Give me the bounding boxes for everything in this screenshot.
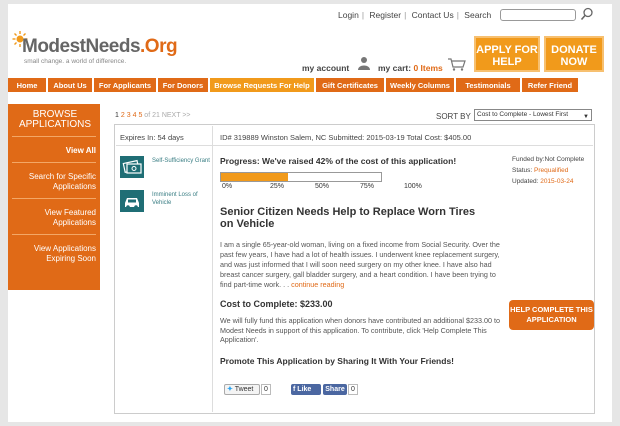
application-id-line: ID# 319889 Winston Salem, NC Submitted: … <box>220 133 472 142</box>
sidebar-item-view-all[interactable]: View All <box>12 146 96 156</box>
next-page-link[interactable]: NEXT >> <box>162 112 191 119</box>
donate-now-button[interactable]: DONATE NOW <box>544 36 604 72</box>
sort-selected-value: Cost to Complete - Lowest First <box>477 111 569 118</box>
sort-select[interactable]: Cost to Complete - Lowest First ▼ <box>474 109 592 121</box>
progress-tick: 50% <box>315 183 330 190</box>
progress-tick: 0% <box>222 183 233 190</box>
page-link[interactable]: 4 <box>133 112 137 119</box>
sidebar-divider <box>12 234 96 235</box>
sidebar-item-featured[interactable]: View Featured Applications <box>12 208 96 228</box>
facebook-share-button[interactable]: Share <box>323 384 347 395</box>
logo[interactable]: ModestNeeds.Org <box>22 36 178 58</box>
nav-browse-requests[interactable]: Browse Requests For Help <box>210 78 314 92</box>
category-imminent-loss-vehicle[interactable]: Imminent Loss of Vehicle <box>152 191 210 207</box>
progress-title: Progress: We've raised 42% of the cost o… <box>220 156 457 166</box>
tagline: small change. a world of difference. <box>24 58 127 65</box>
twitter-icon: ✦ <box>227 386 233 393</box>
chevron-down-icon: ▼ <box>583 114 589 120</box>
page-current: 1 <box>115 112 119 119</box>
status: Status: Prequalified <box>512 167 569 174</box>
progress-tick: 75% <box>360 183 375 190</box>
application-description: I am a single 65-year-old woman, living … <box>220 240 500 289</box>
fund-text: We will fully fund this application when… <box>220 316 500 344</box>
nav-refer-friend[interactable]: Refer Friend <box>522 78 578 92</box>
apply-for-help-button[interactable]: APPLY FOR HELP <box>474 36 540 72</box>
page-link[interactable]: 2 <box>121 112 125 119</box>
nav-testimonials[interactable]: Testimonials <box>456 78 520 92</box>
main-nav: Home About Us For Applicants For Donors … <box>8 78 604 92</box>
nav-for-applicants[interactable]: For Applicants <box>94 78 156 92</box>
nav-gift-certificates[interactable]: Gift Certificates <box>316 78 384 92</box>
page-count: of 21 <box>144 112 160 119</box>
search-icon[interactable] <box>580 7 594 21</box>
updated: Updated: 2015-03-24 <box>512 178 574 185</box>
expires-text: Expires In: 54 days <box>120 133 184 142</box>
sort-label: SORT BY <box>436 112 471 121</box>
sidebar-item-search[interactable]: Search for Specific Applications <box>12 172 96 192</box>
progress-bar <box>220 172 382 182</box>
progress-tick: 25% <box>270 183 285 190</box>
contact-us-link[interactable]: Contact Us <box>412 10 454 20</box>
pagination: 1 2 3 4 5 of 21 NEXT >> <box>115 112 191 119</box>
card-divider <box>116 145 593 146</box>
search-input[interactable] <box>500 9 576 21</box>
sidebar-divider <box>12 162 96 163</box>
page-link[interactable]: 5 <box>138 112 142 119</box>
tweet-button[interactable]: ✦ Tweet <box>224 384 260 395</box>
my-account-link[interactable]: my account <box>302 63 349 73</box>
cart-icon[interactable] <box>448 58 466 71</box>
cost-to-complete: Cost to Complete: $233.00 <box>220 299 333 309</box>
sidebar-title: BROWSE APPLICATIONS <box>18 109 92 130</box>
sidebar-divider <box>12 198 96 199</box>
application-headline[interactable]: Senior Citizen Needs Help to Replace Wor… <box>220 206 490 230</box>
progress-bar-fill <box>221 173 289 181</box>
register-link[interactable]: Register <box>369 10 401 20</box>
login-link[interactable]: Login <box>338 10 359 20</box>
facebook-like-button[interactable]: f Like <box>291 384 321 395</box>
promote-text: Promote This Application by Sharing It W… <box>220 356 454 366</box>
funded-by: Funded by:Not Complete <box>512 156 585 163</box>
progress-tick: 100% <box>404 183 422 190</box>
page-link[interactable]: 3 <box>127 112 131 119</box>
nav-about-us[interactable]: About Us <box>48 78 92 92</box>
category-self-sufficiency[interactable]: Self-Sufficiency Grant <box>152 157 210 165</box>
top-links: Login | Register | Contact Us | Search <box>338 10 492 20</box>
nav-for-donors[interactable]: For Donors <box>158 78 208 92</box>
car-icon <box>120 190 144 212</box>
tweet-count: 0 <box>261 384 271 395</box>
sidebar-divider <box>12 136 96 137</box>
continue-reading-link[interactable]: continue reading <box>291 280 344 289</box>
nav-home[interactable]: Home <box>8 78 46 92</box>
nav-weekly-columns[interactable]: Weekly Columns <box>386 78 454 92</box>
person-icon[interactable] <box>358 56 370 70</box>
help-complete-button[interactable]: HELP COMPLETE THIS APPLICATION <box>509 300 594 330</box>
search-link[interactable]: Search <box>464 10 491 20</box>
share-count: 0 <box>348 384 358 395</box>
my-cart-link[interactable]: my cart: 0 Items <box>378 63 443 73</box>
card-divider <box>212 126 213 412</box>
money-icon <box>120 156 144 178</box>
facebook-icon: f <box>293 386 296 393</box>
sidebar-item-expiring[interactable]: View Applications Expiring Soon <box>12 244 96 264</box>
